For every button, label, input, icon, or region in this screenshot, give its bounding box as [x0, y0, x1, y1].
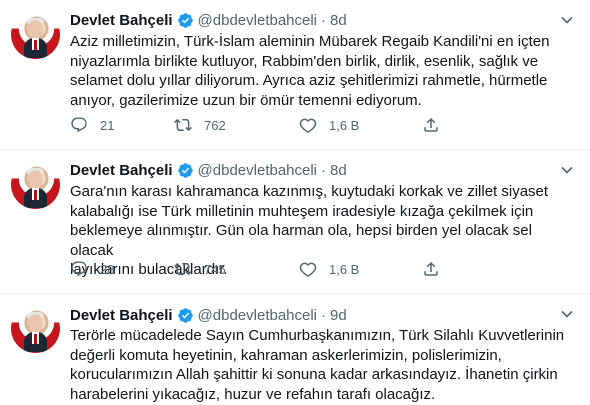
- reply-count: 21: [100, 117, 115, 133]
- separator-dot: ·: [321, 161, 327, 179]
- like-count: 1,6 B: [329, 261, 360, 277]
- verified-badge-icon: [177, 307, 193, 323]
- retweet-count: 745: [204, 261, 226, 277]
- verified-badge-icon: [177, 12, 193, 28]
- retweet-count: 762: [204, 117, 226, 133]
- tweet-text: Terörle mücadelede Sayın Cumhurbaşkanımı…: [70, 327, 565, 403]
- avatar[interactable]: [11, 10, 60, 59]
- tweet-header: Devlet Bahçeli @dbdevletbahceli · 8d: [70, 160, 347, 180]
- more-icon[interactable]: [557, 304, 577, 324]
- reply-icon: [71, 117, 87, 133]
- reply-count: 28: [100, 261, 115, 277]
- tweet-actions: 21 762 1,6 B: [70, 115, 470, 135]
- separator-dot: ·: [321, 306, 327, 324]
- tweet-time[interactable]: 8d: [330, 12, 347, 29]
- tweet-time[interactable]: 8d: [330, 162, 347, 179]
- tweet-header: Devlet Bahçeli @dbdevletbahceli · 9d: [70, 305, 347, 325]
- like-button[interactable]: 1,6 B: [299, 115, 359, 135]
- author-name[interactable]: Devlet Bahçeli: [70, 162, 173, 179]
- tweet[interactable]: Devlet Bahçeli @dbdevletbahceli · 8d Azi…: [0, 0, 590, 150]
- more-icon[interactable]: [557, 160, 577, 180]
- tweet[interactable]: Devlet Bahçeli @dbdevletbahceli · 8d Gar…: [0, 150, 590, 294]
- reply-button[interactable]: 28: [70, 259, 114, 279]
- share-icon: [424, 117, 438, 132]
- retweet-button[interactable]: 745: [174, 259, 226, 279]
- heart-icon: [299, 118, 317, 133]
- tweet-text: Aziz milletimizin, Türk-İslam aleminin M…: [70, 33, 550, 109]
- like-count: 1,6 B: [329, 117, 360, 133]
- separator-dot: ·: [321, 11, 327, 29]
- author-handle[interactable]: @dbdevletbahceli: [198, 12, 317, 29]
- share-button[interactable]: [422, 115, 452, 135]
- share-button[interactable]: [422, 259, 452, 279]
- retweet-icon: [174, 118, 192, 132]
- tweet-actions: 28 745 1,6 B: [70, 259, 470, 279]
- reply-button[interactable]: 21: [70, 115, 114, 135]
- share-icon: [424, 261, 438, 276]
- more-icon[interactable]: [557, 10, 577, 30]
- verified-badge-icon: [177, 162, 193, 178]
- tweet-header: Devlet Bahçeli @dbdevletbahceli · 8d: [70, 10, 347, 30]
- retweet-button[interactable]: 762: [174, 115, 226, 135]
- heart-icon: [299, 262, 317, 277]
- avatar[interactable]: [11, 304, 60, 353]
- retweet-icon: [174, 262, 192, 276]
- avatar[interactable]: [11, 160, 60, 209]
- tweet[interactable]: Devlet Bahçeli @dbdevletbahceli · 9d Ter…: [0, 294, 590, 405]
- tweet-feed: Devlet Bahçeli @dbdevletbahceli · 8d Azi…: [0, 0, 590, 405]
- like-button[interactable]: 1,6 B: [299, 259, 359, 279]
- author-handle[interactable]: @dbdevletbahceli: [198, 307, 317, 324]
- tweet-time[interactable]: 9d: [330, 307, 347, 324]
- author-name[interactable]: Devlet Bahçeli: [70, 12, 173, 29]
- reply-icon: [71, 261, 87, 277]
- author-name[interactable]: Devlet Bahçeli: [70, 307, 173, 324]
- author-handle[interactable]: @dbdevletbahceli: [198, 162, 317, 179]
